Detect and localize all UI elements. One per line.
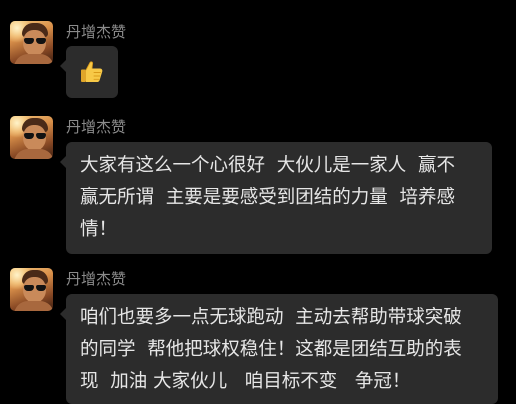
message-text-line: 现 加油 大家伙儿 咱目标不变 争冠！ <box>80 371 411 392</box>
avatar[interactable] <box>10 21 53 64</box>
sender-name: 丹增杰赞 <box>66 23 127 41</box>
message-bubble[interactable]: 大家有这么一个心很好 大伙儿是一家人 赢不 赢无所谓 主要是要感受到团结的力量 … <box>60 142 492 254</box>
sender-name: 丹增杰赞 <box>66 118 127 136</box>
avatar[interactable] <box>10 268 53 311</box>
sender-name: 丹增杰赞 <box>66 270 127 288</box>
avatar[interactable] <box>10 116 53 159</box>
message-bubble[interactable] <box>60 46 118 98</box>
avatar-shoulders <box>14 301 53 311</box>
avatar-shoulders <box>14 149 53 159</box>
message-text-line: 的同学 帮他把球权稳住！这都是团结互助的表 <box>80 339 462 360</box>
message-bubble[interactable]: 咱们也要多一点无球跑动 主动去帮助带球突破 的同学 帮他把球权稳住！这都是团结互… <box>60 294 498 404</box>
avatar-sunglasses <box>24 285 46 291</box>
thumbs-up-icon <box>81 61 103 82</box>
message-text-line: 赢无所谓 主要是要感受到团结的力量 培养感 <box>80 187 456 208</box>
avatar-shoulders <box>14 54 53 64</box>
avatar-sunglasses <box>24 133 46 139</box>
message-text-line: 咱们也要多一点无球跑动 主动去帮助带球突破 <box>80 307 462 328</box>
message-text-line: 情！ <box>80 219 118 240</box>
message-text-line: 大家有这么一个心很好 大伙儿是一家人 赢不 <box>80 155 456 176</box>
avatar-sunglasses <box>24 38 46 44</box>
